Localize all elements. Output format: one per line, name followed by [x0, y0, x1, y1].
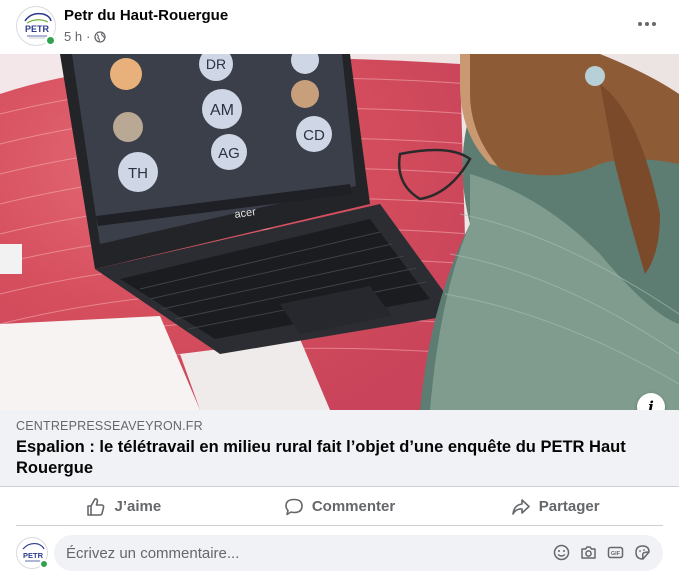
post-actions: J’aime Commenter Partager: [16, 488, 663, 526]
like-button[interactable]: J’aime: [16, 488, 232, 525]
avatar-text: PETR: [25, 24, 50, 34]
sticker-icon[interactable]: [633, 543, 651, 561]
gif-icon[interactable]: GIF: [606, 543, 624, 561]
link-domain: CENTREPRESSEAVEYRON.FR: [16, 419, 203, 433]
post-header: PETR Petr du Haut-Rouergue 5 h ·: [0, 0, 679, 54]
comment-button[interactable]: Commenter: [232, 488, 448, 525]
more-options-button[interactable]: [632, 12, 662, 36]
comment-composer: PETR GIF: [0, 533, 679, 577]
emoji-icon[interactable]: [552, 543, 570, 561]
svg-text:TH: TH: [128, 165, 148, 182]
comment-tools: GIF: [552, 543, 651, 561]
more-dot-icon: [652, 22, 656, 26]
meta-separator: ·: [86, 29, 91, 44]
link-preview[interactable]: CENTREPRESSEAVEYRON.FR Espalion : le tél…: [0, 410, 679, 487]
small-avatar-text: PETR: [23, 551, 44, 560]
camera-icon[interactable]: [579, 543, 597, 561]
share-label: Partager: [538, 498, 600, 515]
svg-text:AM: AM: [210, 102, 234, 119]
page-name[interactable]: Petr du Haut-Rouergue: [64, 7, 228, 24]
online-status-dot: [45, 35, 56, 46]
svg-text:DR: DR: [206, 56, 226, 72]
online-status-dot: [39, 559, 49, 569]
link-title[interactable]: Espalion : le télétravail en milieu rura…: [16, 437, 626, 479]
more-dot-icon: [645, 22, 649, 26]
svg-text:AG: AG: [218, 145, 240, 162]
post-image[interactable]: DR AM CD AG TH acer: [0, 54, 679, 410]
post-time[interactable]: 5 h: [64, 29, 82, 44]
more-dot-icon: [638, 22, 642, 26]
svg-text:GIF: GIF: [610, 551, 620, 557]
thumbs-up-icon: [87, 497, 105, 516]
comment-label: Commenter: [311, 498, 396, 515]
share-button[interactable]: Partager: [447, 488, 663, 525]
globe-icon[interactable]: [94, 30, 107, 43]
post-meta: 5 h ·: [64, 29, 107, 44]
laptop-photo: DR AM CD AG TH acer: [0, 54, 679, 410]
like-label: J’aime: [114, 498, 162, 515]
share-arrow-icon: [511, 498, 530, 515]
svg-text:CD: CD: [303, 127, 325, 144]
speech-bubble-icon: [285, 498, 303, 515]
